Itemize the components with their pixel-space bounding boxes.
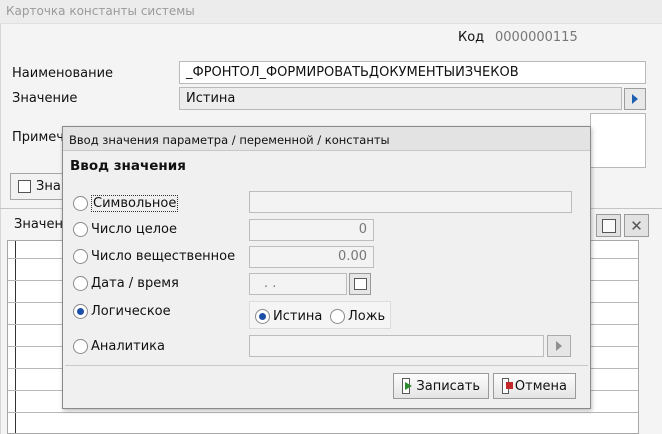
- real-input[interactable]: 0.00: [249, 246, 374, 268]
- delete-button[interactable]: ✕: [624, 214, 649, 237]
- note-field[interactable]: [590, 113, 646, 168]
- option-integer-label: Число целое: [91, 222, 178, 237]
- code-value: 0000000115: [495, 30, 578, 45]
- option-symbolic-label: Символьное: [91, 195, 179, 212]
- radio-analytics[interactable]: [73, 339, 88, 354]
- radio-symbolic[interactable]: [73, 196, 88, 211]
- value-label: Значение: [12, 91, 78, 106]
- code-label: Код: [458, 30, 485, 45]
- dialog-heading: Ввод значения: [70, 158, 186, 174]
- logical-true-option[interactable]: Истина: [255, 309, 322, 324]
- values-label: Значен: [14, 217, 63, 232]
- value-input-dialog: Ввод значения параметра / переменной / к…: [62, 126, 591, 409]
- name-field[interactable]: _ФРОНТОЛ_ФОРМИРОВАТЬДОКУМЕНТЫИЗЧЕКОВ: [179, 61, 646, 84]
- save-icon: [402, 378, 412, 394]
- save-button-label: Записать: [416, 378, 480, 394]
- symbolic-input[interactable]: [249, 191, 572, 213]
- edit-icon: [601, 218, 616, 233]
- option-analytics-label: Аналитика: [91, 339, 165, 354]
- value-checkbox-label: Зна: [36, 179, 61, 194]
- table-column-divider: [15, 241, 16, 433]
- radio-datetime[interactable]: [73, 276, 88, 291]
- calendar-icon: [353, 278, 367, 290]
- cancel-button-label: Отмена: [514, 378, 567, 394]
- arrow-right-icon: [632, 94, 638, 104]
- edit-button[interactable]: [596, 214, 621, 237]
- option-analytics[interactable]: Аналитика: [73, 339, 165, 354]
- arrow-right-icon: [556, 341, 562, 351]
- value-field[interactable]: Истина: [179, 87, 622, 110]
- window-title: Карточка константы системы: [0, 0, 662, 24]
- logical-false-label: Ложь: [348, 309, 386, 324]
- logical-value-group: Истина Ложь: [249, 301, 391, 329]
- analytics-input[interactable]: [249, 335, 544, 357]
- logical-false-option[interactable]: Ложь: [330, 309, 385, 324]
- option-real[interactable]: Число вещественное: [73, 249, 235, 264]
- radio-integer[interactable]: [73, 222, 88, 237]
- dialog-divider: [65, 365, 588, 366]
- table-row[interactable]: [8, 412, 638, 413]
- value-select-button[interactable]: [624, 88, 646, 110]
- option-integer[interactable]: Число целое: [73, 222, 177, 237]
- date-input[interactable]: . .: [249, 273, 347, 295]
- value-checkbox[interactable]: [18, 180, 31, 193]
- note-label: Примеч: [12, 130, 64, 145]
- integer-input[interactable]: 0: [249, 219, 374, 241]
- close-icon: ✕: [630, 216, 643, 235]
- radio-logical-false[interactable]: [330, 309, 345, 324]
- logical-true-label: Истина: [273, 309, 323, 324]
- name-label: Наименование: [12, 66, 114, 81]
- option-datetime[interactable]: Дата / время: [73, 276, 179, 291]
- calendar-button[interactable]: [349, 273, 371, 295]
- radio-logical-true[interactable]: [255, 309, 270, 324]
- cancel-icon: [502, 378, 513, 394]
- value-checkbox-group[interactable]: Зна: [10, 173, 66, 200]
- option-symbolic[interactable]: Символьное: [73, 195, 179, 212]
- option-real-label: Число вещественное: [91, 249, 236, 264]
- option-logical-label: Логическое: [91, 304, 171, 319]
- radio-real[interactable]: [73, 249, 88, 264]
- dialog-title: Ввод значения параметра / переменной / к…: [63, 127, 590, 151]
- save-button[interactable]: Записать: [393, 373, 489, 399]
- cancel-button[interactable]: Отмена: [493, 373, 576, 399]
- radio-logical[interactable]: [73, 304, 88, 319]
- analytics-select-button[interactable]: [547, 335, 571, 357]
- option-logical[interactable]: Логическое: [73, 304, 171, 319]
- option-datetime-label: Дата / время: [91, 276, 179, 291]
